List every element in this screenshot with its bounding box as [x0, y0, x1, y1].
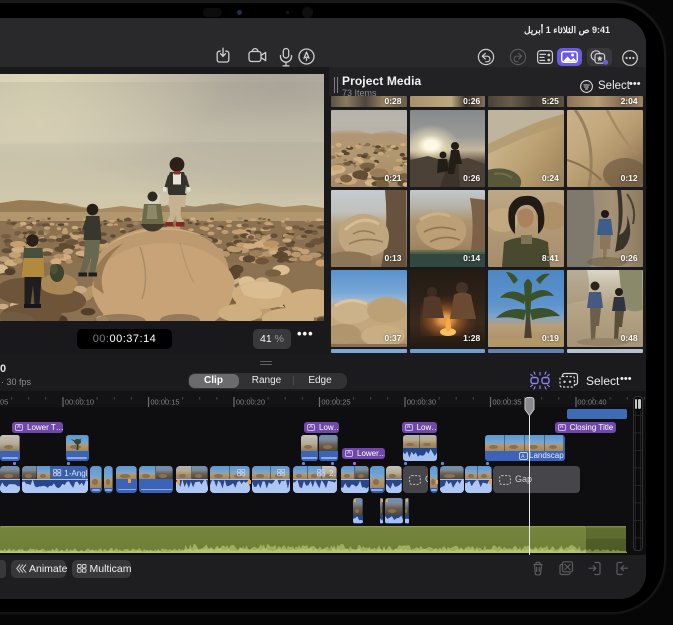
svg-text:00:00:30: 00:00:30	[407, 398, 436, 407]
svg-text:00:00:15: 00:00:15	[150, 398, 179, 407]
svg-text:00:00:25: 00:00:25	[321, 398, 350, 407]
svg-text:A: A	[521, 454, 525, 460]
svg-text:00:00:20: 00:00:20	[236, 398, 265, 407]
svg-text:00:00:35: 00:00:35	[492, 398, 521, 407]
svg-text:05: 05	[0, 398, 8, 407]
svg-text:00:00:10: 00:00:10	[65, 398, 94, 407]
svg-text:00:00:40: 00:00:40	[577, 398, 606, 407]
